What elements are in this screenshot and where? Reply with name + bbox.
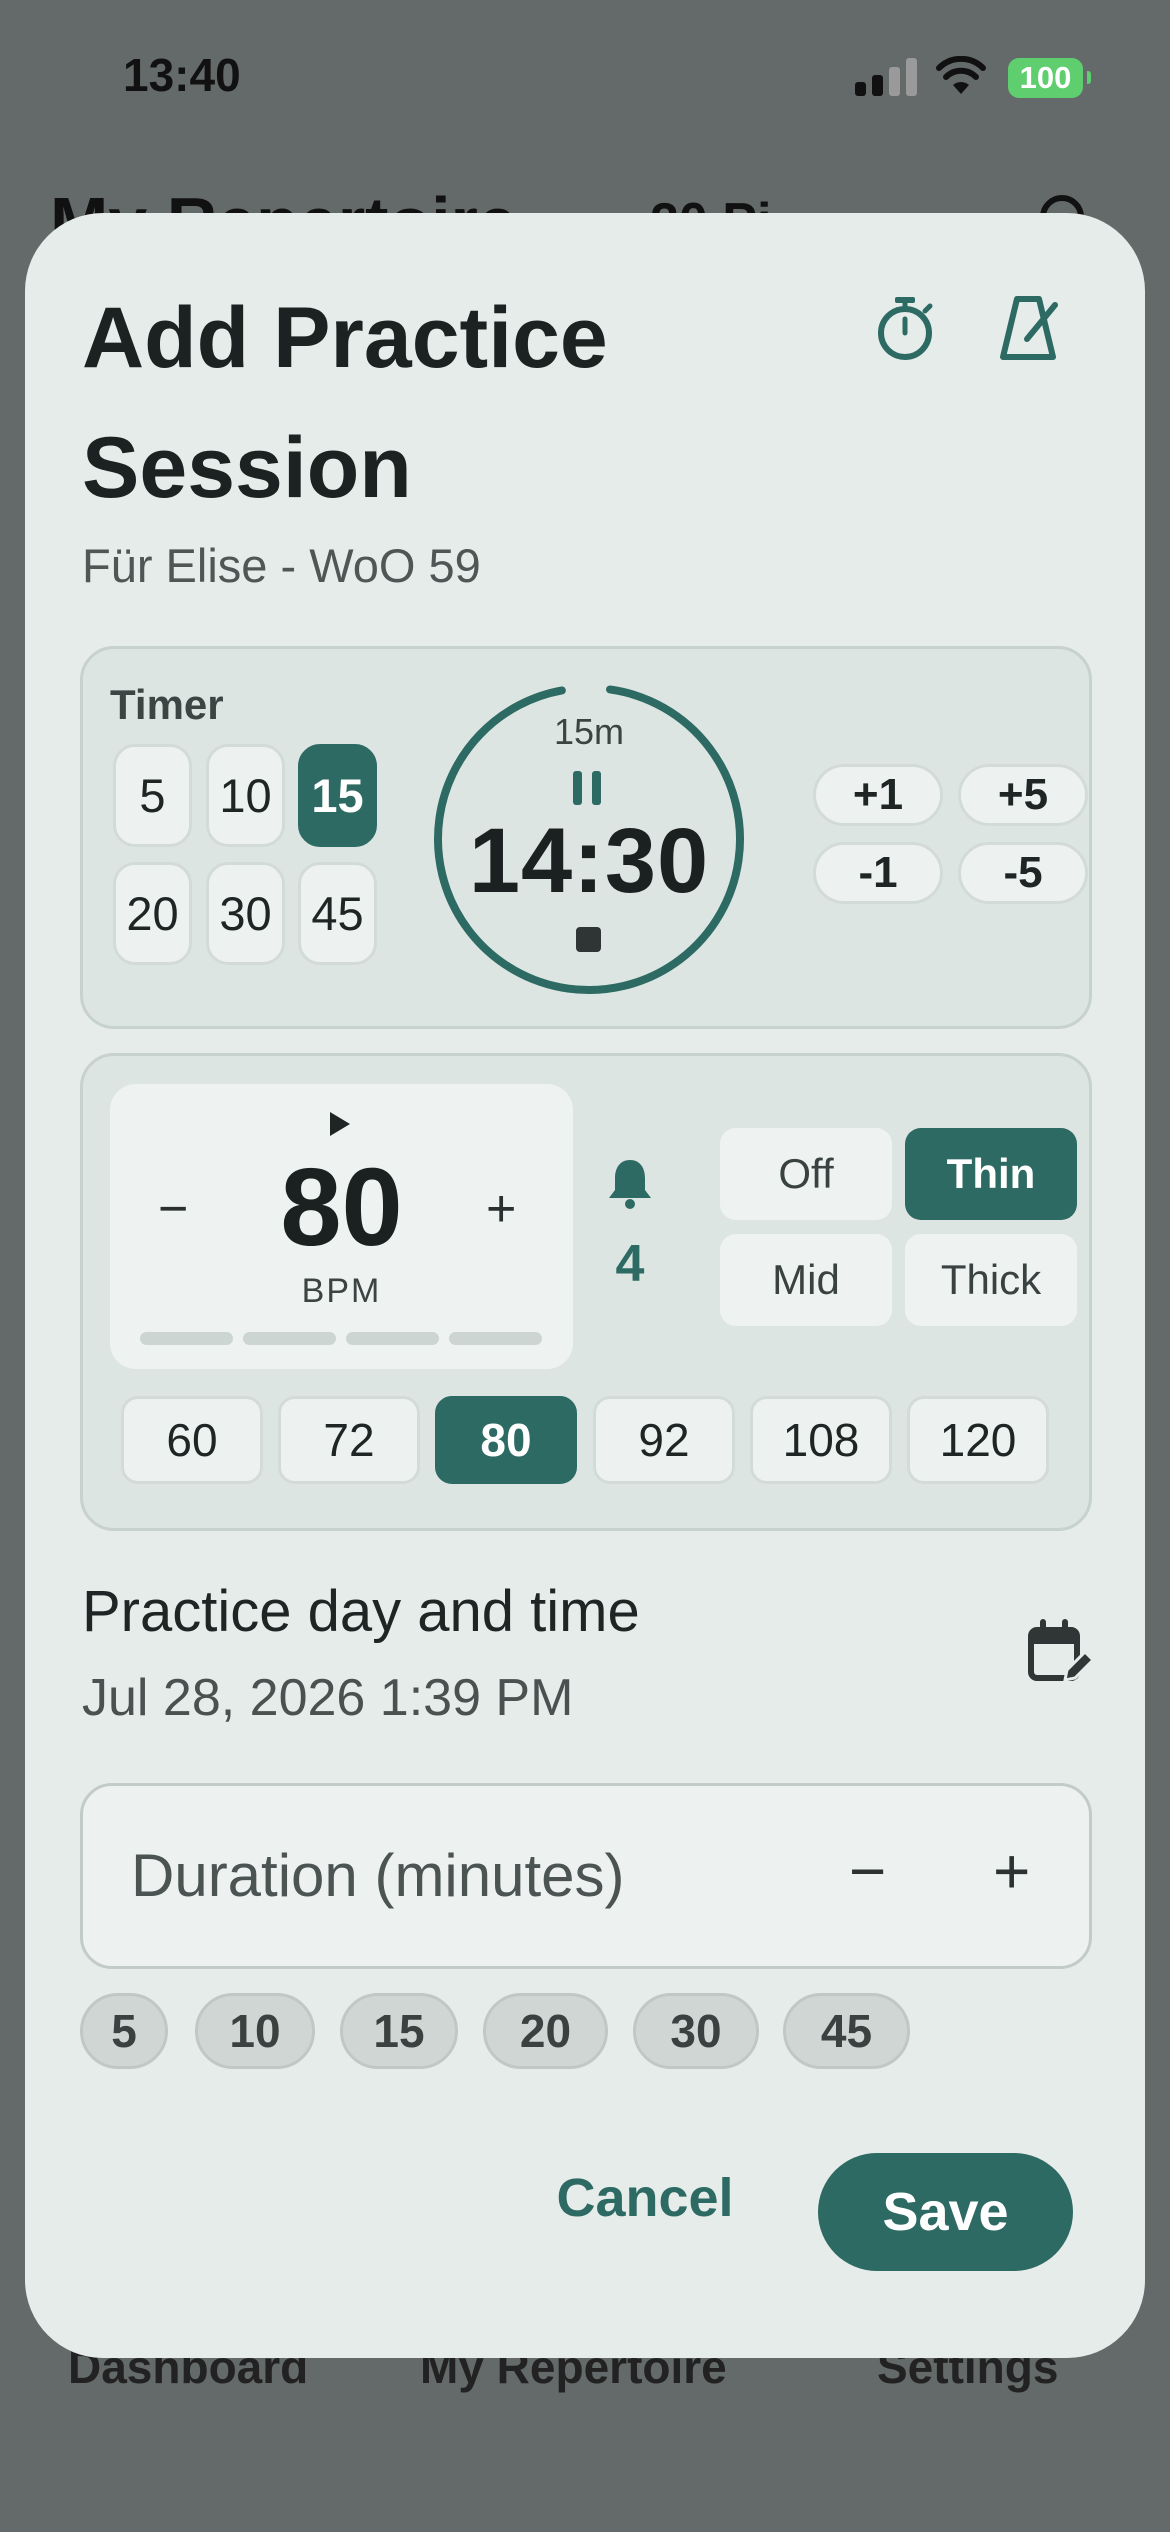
duration-chip-15[interactable]: 15: [340, 1993, 458, 2069]
timer-preset-30[interactable]: 30: [206, 862, 285, 965]
beat-indicator: [140, 1332, 233, 1345]
duration-chip-20[interactable]: 20: [483, 1993, 608, 2069]
timer-card: Timer 5 10 15 20 30 45 15m 14:30 +1 +5 -…: [80, 646, 1092, 1029]
bell-icon[interactable]: [605, 1156, 655, 1210]
tempo-preset-92[interactable]: 92: [593, 1396, 735, 1484]
tempo-preset-72[interactable]: 72: [278, 1396, 420, 1484]
practice-day-label: Practice day and time: [82, 1579, 640, 1644]
accent-off[interactable]: Off: [720, 1128, 892, 1220]
duration-chip-30[interactable]: 30: [633, 1993, 759, 2069]
duration-chip-10[interactable]: 10: [195, 1993, 315, 2069]
calendar-edit-icon[interactable]: [1025, 1618, 1095, 1688]
metronome-card: − 80 + BPM 4 Off Thin Mid Thick 60 72 80…: [80, 1053, 1092, 1531]
timer-target: 15m: [553, 711, 625, 752]
timer-label: Timer: [110, 681, 224, 728]
timer-subtract-5[interactable]: -5: [958, 842, 1088, 904]
duration-field[interactable]: Duration (minutes) − +: [80, 1783, 1092, 1969]
battery-indicator: 100: [1008, 58, 1083, 98]
timer-preset-5[interactable]: 5: [113, 744, 192, 847]
tempo-preset-60[interactable]: 60: [121, 1396, 263, 1484]
beat-indicator: [449, 1332, 542, 1345]
bpm-unit: BPM: [301, 1272, 382, 1310]
stopwatch-icon[interactable]: [870, 293, 940, 363]
metronome-icon[interactable]: [993, 293, 1063, 363]
duration-chip-45[interactable]: 45: [783, 1993, 910, 2069]
status-time: 13:40: [123, 49, 241, 101]
timer-preset-15[interactable]: 15: [298, 744, 377, 847]
pause-icon[interactable]: [573, 771, 605, 805]
timer-preset-10[interactable]: 10: [206, 744, 285, 847]
timer-preset-45[interactable]: 45: [298, 862, 377, 965]
wifi-icon: [936, 56, 986, 94]
tempo-preset-108[interactable]: 108: [750, 1396, 892, 1484]
timer-remaining: 14:30: [468, 810, 710, 912]
bpm-panel: − 80 + BPM: [110, 1084, 573, 1369]
timer-add-5[interactable]: +5: [958, 764, 1088, 826]
duration-decrease-button[interactable]: −: [849, 1834, 886, 1908]
tempo-preset-80[interactable]: 80: [435, 1396, 577, 1484]
battery-tip: [1087, 71, 1091, 84]
timer-subtract-1[interactable]: -1: [813, 842, 943, 904]
timer-add-1[interactable]: +1: [813, 764, 943, 826]
bpm-increase-button[interactable]: +: [486, 1179, 516, 1239]
accent-thick[interactable]: Thick: [905, 1234, 1077, 1326]
duration-placeholder: Duration (minutes): [131, 1842, 625, 1909]
signal-icon: [855, 58, 917, 96]
duration-chip-5[interactable]: 5: [80, 1993, 168, 2069]
dialog-title: Add Practice Session: [82, 290, 608, 516]
accent-thin[interactable]: Thin: [905, 1128, 1077, 1220]
tempo-preset-120[interactable]: 120: [907, 1396, 1049, 1484]
duration-increase-button[interactable]: +: [993, 1834, 1030, 1908]
beats-per-measure[interactable]: 4: [595, 1234, 665, 1294]
timer-preset-20[interactable]: 20: [113, 862, 192, 965]
beat-indicator: [243, 1332, 336, 1345]
practice-day-value[interactable]: Jul 28, 2026 1:39 PM: [82, 1668, 573, 1728]
add-practice-dialog: Add Practice Session Für Elise - WoO 59 …: [25, 213, 1145, 2358]
beat-indicator: [346, 1332, 439, 1345]
save-button[interactable]: Save: [818, 2153, 1073, 2271]
cancel-button[interactable]: Cancel: [545, 2153, 745, 2243]
play-icon[interactable]: [330, 1112, 350, 1136]
dialog-subtitle: Für Elise - WoO 59: [82, 539, 481, 592]
stop-icon[interactable]: [576, 927, 601, 952]
accent-mid[interactable]: Mid: [720, 1234, 892, 1326]
